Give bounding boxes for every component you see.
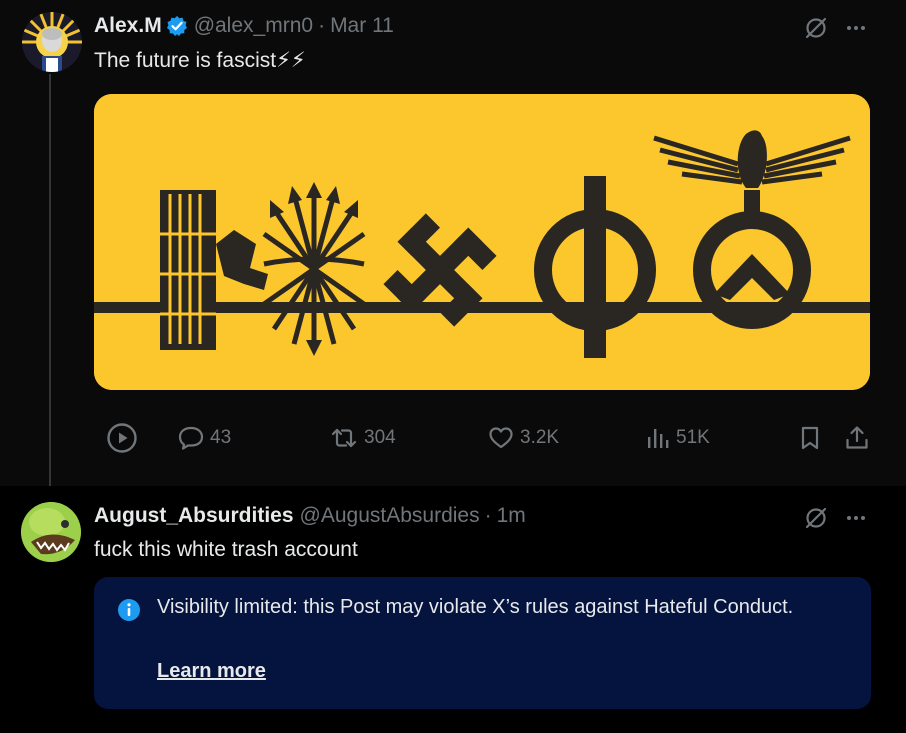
heart-icon [488,425,514,451]
repost-icon [330,425,358,451]
view-count: 51K [676,427,710,448]
visibility-notice-text: Visibility limited: this Post may violat… [157,596,794,618]
reply-button[interactable]: 43 [178,420,231,456]
learn-more-link[interactable]: Learn more [157,660,266,683]
repost-count: 304 [364,427,396,448]
info-icon [118,599,140,621]
share-icon [844,425,870,451]
play-button[interactable] [106,420,138,456]
bookmark-icon [798,425,822,451]
post-original[interactable]: Alex.M @alex_mrn0 · Mar 11 The future is… [0,0,906,486]
more-icon[interactable] [842,14,870,42]
reply-count: 43 [210,427,232,448]
post-header: August_Absurdities @AugustAbsurdies · 1m [94,504,526,528]
post-text: fuck this white trash account [94,538,358,561]
separator-dot: · [484,504,492,527]
separator-dot: · [318,14,326,37]
visibility-notice: Visibility limited: this Post may violat… [94,577,871,709]
bookmark-button[interactable] [798,420,822,456]
grok-icon[interactable] [802,504,830,532]
post-timestamp[interactable]: Mar 11 [330,14,394,38]
avatar[interactable] [22,12,82,72]
author-handle[interactable]: @alex_mrn0 [194,14,313,38]
post-timestamp[interactable]: 1m [497,504,526,528]
like-button[interactable]: 3.2K [488,420,559,456]
post-header: Alex.M @alex_mrn0 · Mar 11 [94,14,394,38]
views-button[interactable]: 51K [646,420,710,456]
verified-badge-icon [166,15,188,37]
like-count: 3.2K [520,427,560,448]
author-name[interactable]: Alex.M [94,14,162,38]
grok-icon[interactable] [802,14,830,42]
share-button[interactable] [844,420,870,456]
repost-button[interactable]: 304 [330,420,396,456]
action-bar: 43 304 3.2K 51K [0,420,906,456]
author-name[interactable]: August_Absurdities [94,504,294,528]
more-icon[interactable] [842,504,870,532]
author-handle[interactable]: @AugustAbsurdies [300,504,480,528]
reply-icon [178,425,204,451]
avatar[interactable] [21,502,81,562]
post-text: The future is fascist⚡⚡ [94,49,306,72]
post-image[interactable] [94,94,870,390]
views-icon [646,425,670,451]
